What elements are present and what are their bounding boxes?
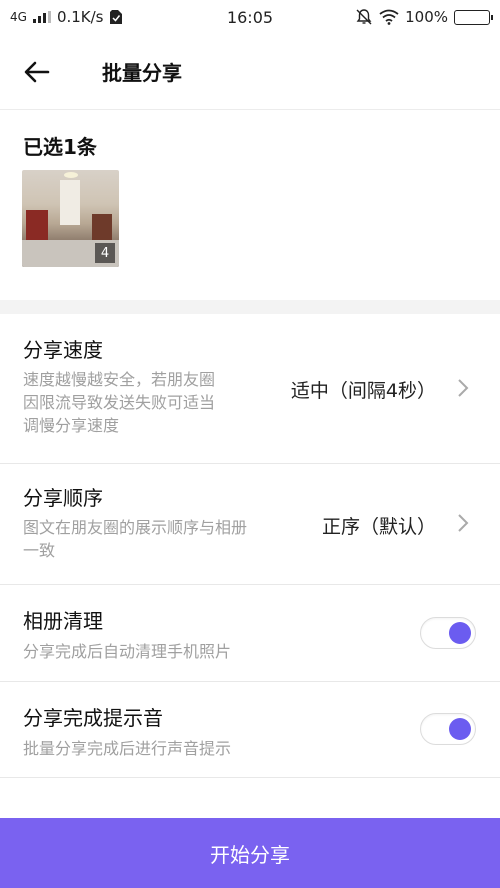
selected-thumbnail[interactable]: 4: [22, 170, 119, 267]
chevron-right-icon: [458, 379, 469, 397]
share-order-value: 正序（默认）: [321, 516, 436, 538]
album-cleanup-toggle[interactable]: [420, 617, 476, 649]
setting-album-cleanup: 相册清理 分享完成后自动清理手机照片: [0, 585, 500, 682]
status-bar: 4G 0.1K/s 16:05 100%: [0, 0, 500, 34]
back-button[interactable]: [2, 34, 72, 110]
share-speed-value: 适中（间隔4秒）: [290, 380, 436, 402]
setting-share-order[interactable]: 分享顺序 图文在朋友圈的展示顺序与相册 一致 正序（默认）: [0, 464, 500, 585]
thumbnail-count-badge: 4: [95, 243, 115, 263]
selected-section: 已选1条 4: [0, 111, 500, 300]
sim-icon: [109, 10, 122, 24]
network-type: 4G: [10, 10, 27, 24]
share-order-desc: 图文在朋友圈的展示顺序与相册 一致: [23, 518, 248, 560]
battery-icon: [454, 9, 493, 25]
selected-count-label: 已选1条: [23, 135, 97, 159]
wifi-icon: [379, 9, 399, 25]
bell-off-icon: [356, 9, 372, 25]
chevron-right-icon: [458, 514, 469, 532]
arrow-left-icon: [24, 61, 50, 82]
status-right: 100%: [355, 8, 493, 26]
app-header: 批量分享: [0, 34, 500, 110]
page-title: 批量分享: [102, 61, 182, 85]
completion-sound-title: 分享完成提示音: [23, 706, 163, 730]
share-speed-title: 分享速度: [23, 338, 103, 362]
status-left: 4G 0.1K/s: [10, 8, 122, 26]
start-share-button[interactable]: 开始分享: [0, 818, 500, 888]
album-cleanup-title: 相册清理: [23, 609, 103, 633]
setting-completion-sound: 分享完成提示音 批量分享完成后进行声音提示: [0, 682, 500, 778]
battery-percent: 100%: [405, 8, 448, 26]
completion-sound-desc: 批量分享完成后进行声音提示: [23, 739, 232, 758]
album-cleanup-desc: 分享完成后自动清理手机照片: [23, 642, 232, 661]
setting-share-speed[interactable]: 分享速度 速度越慢越安全，若朋友圈 因限流导致发送失败可适当 调慢分享速度 适中…: [0, 314, 500, 464]
completion-sound-toggle[interactable]: [420, 713, 476, 745]
share-speed-desc: 速度越慢越安全，若朋友圈 因限流导致发送失败可适当 调慢分享速度: [23, 370, 216, 435]
thumbnail-image: [64, 172, 78, 178]
signal-icon: [32, 11, 51, 23]
network-speed: 0.1K/s: [56, 8, 104, 26]
share-order-title: 分享顺序: [23, 486, 103, 510]
section-divider: [0, 300, 500, 314]
